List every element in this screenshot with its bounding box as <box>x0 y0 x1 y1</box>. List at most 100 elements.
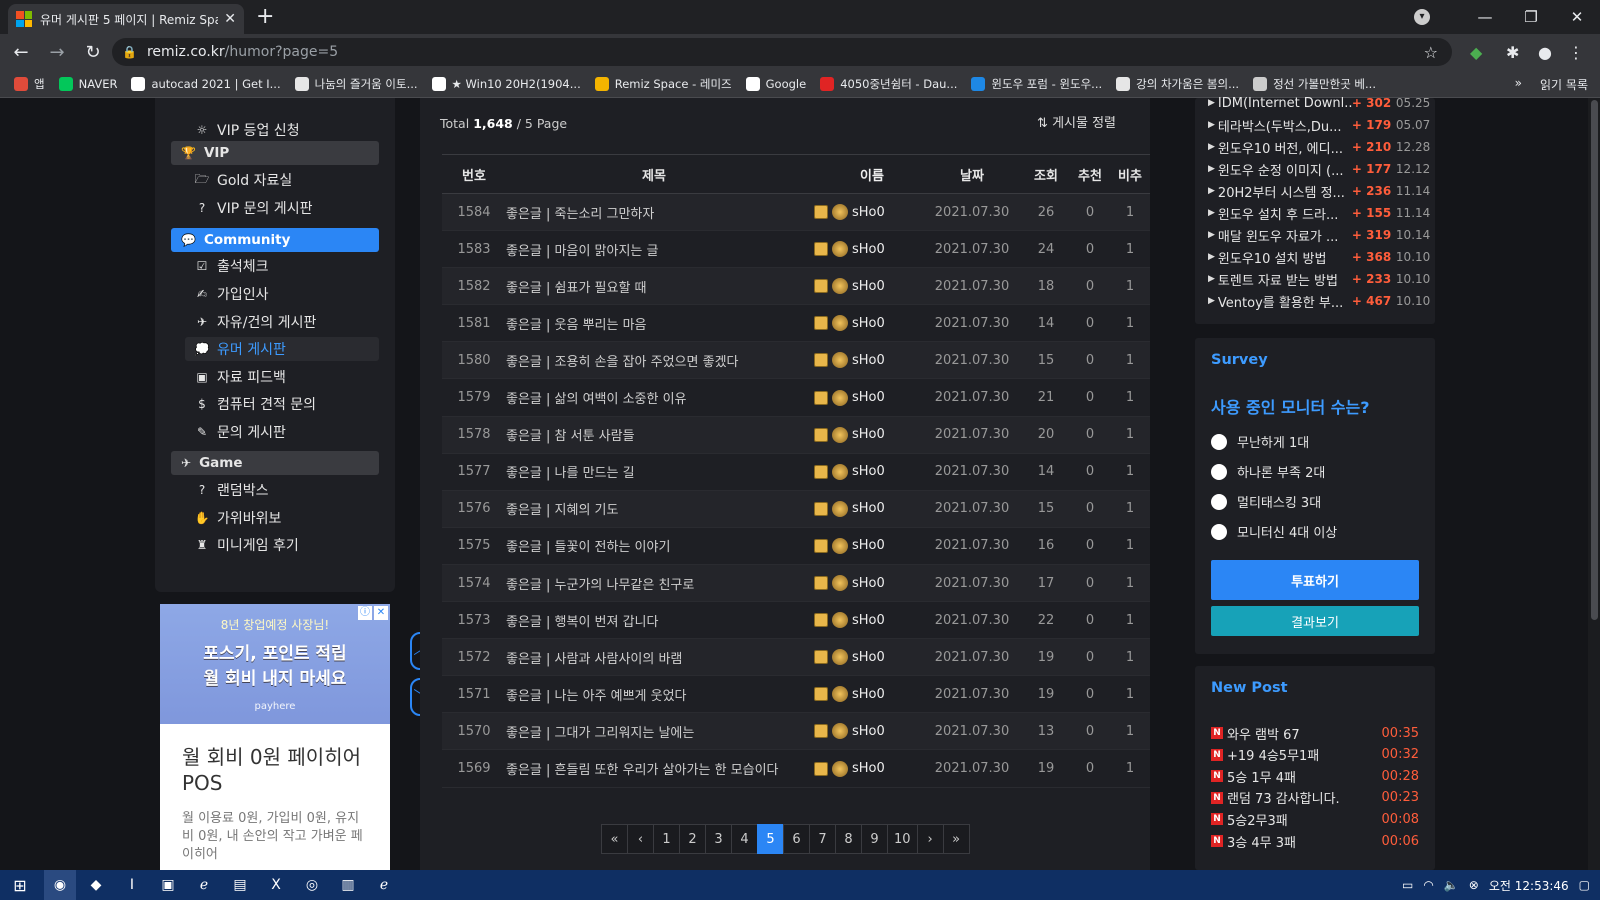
file-taskbar-icon[interactable]: ▤ <box>224 870 256 900</box>
col-num[interactable]: 번호 <box>442 155 506 193</box>
page-link[interactable]: 9 <box>861 824 888 854</box>
extension-icon[interactable]: ◆ <box>1470 43 1482 62</box>
post-author[interactable]: sHo0 <box>814 380 934 416</box>
sidebar-item[interactable]: ✈ 자유/건의 게시판 <box>185 310 379 334</box>
post-author[interactable]: sHo0 <box>814 713 934 749</box>
col-views[interactable]: 조회 <box>1022 155 1070 193</box>
list-item[interactable]: ▶ Ventoy를 활용한 부... + 467 10.10 <box>1208 290 1430 312</box>
bookmark-item[interactable]: Google <box>745 76 806 91</box>
list-item[interactable]: ▶ 토렌트 자료 받는 방법 + 233 10.10 <box>1208 268 1430 290</box>
post-author[interactable]: sHo0 <box>814 639 934 675</box>
table-row[interactable]: 1577 좋은글 | 나를 만드는 길 sHo0 2021.07.30 14 0 1 <box>442 454 1150 491</box>
ad-banner[interactable]: 8년 창업예정 사장님! 포스기, 포인트 적립 월 회비 내지 마세요 pay… <box>160 604 390 724</box>
bookmark-item[interactable]: NAVER <box>58 76 117 91</box>
post-title[interactable]: 좋은글 | 웃음 뿌리는 마음 <box>506 305 806 341</box>
page-link[interactable]: 2 <box>679 824 706 854</box>
close-window-icon[interactable]: ✕ <box>1554 8 1600 26</box>
ad-info-icon[interactable]: ⓘ <box>358 606 372 620</box>
list-item[interactable]: ▶ 매달 윈도우 자료가 ... + 319 10.14 <box>1208 224 1430 246</box>
excel-taskbar-icon[interactable]: X <box>260 870 292 900</box>
list-item[interactable]: ▶ IDM(Internet Downl... + 302 05.25 <box>1208 92 1430 114</box>
bookmark-item[interactable]: 강의 차가움은 봄의... <box>1116 76 1239 92</box>
post-title[interactable]: 좋은글 | 행복이 번져 갑니다 <box>506 602 806 638</box>
post-author[interactable]: sHo0 <box>814 454 934 490</box>
scrollbar-thumb[interactable] <box>1591 100 1598 620</box>
list-item[interactable]: ▶ 윈도우 설치 후 드라... + 155 11.14 <box>1208 202 1430 224</box>
table-row[interactable]: 1581 좋은글 | 웃음 뿌리는 마음 sHo0 2021.07.30 14 0 1 <box>442 305 1150 343</box>
back-arrow-icon[interactable]: ← <box>6 42 36 63</box>
bookmark-item[interactable]: 윈도우 포럼 - 윈도우... <box>971 76 1102 92</box>
post-author[interactable]: sHo0 <box>814 491 934 527</box>
table-row[interactable]: 1572 좋은글 | 사람과 사람사이의 바램 sHo0 2021.07.30 19 0 1 <box>442 639 1150 677</box>
survey-option[interactable]: 하나론 부족 2대 <box>1211 462 1325 481</box>
page-link[interactable]: 4 <box>731 824 758 854</box>
bookmark-item[interactable]: autocad 2021 | Get I... <box>131 76 281 91</box>
post-title[interactable]: 좋은글 | 나를 만드는 길 <box>506 454 806 490</box>
page-link[interactable]: « <box>601 824 628 854</box>
sidebar-item[interactable]: ☼ VIP 등업 신청 <box>185 118 379 142</box>
radio-button[interactable] <box>1211 523 1227 540</box>
bookmark-item[interactable]: 앱 <box>14 76 45 92</box>
sidebar-item[interactable]: ✎ 문의 게시판 <box>185 420 379 444</box>
page-link[interactable]: 7 <box>809 824 836 854</box>
post-title[interactable]: 좋은글 | 사람과 사람사이의 바램 <box>506 639 806 675</box>
sort-button[interactable]: ⇅ 게시물 정렬 <box>1037 112 1116 131</box>
puzzle-extensions-icon[interactable]: ✱ <box>1506 43 1519 62</box>
maximize-icon[interactable]: ❐ <box>1508 8 1554 26</box>
app-taskbar-icon[interactable]: Ⅰ <box>116 870 148 900</box>
survey-option[interactable]: 모니터신 4대 이상 <box>1211 522 1337 541</box>
bookmark-star-icon[interactable]: ☆ <box>1424 43 1438 62</box>
col-title[interactable]: 제목 <box>506 155 802 193</box>
list-item[interactable]: ▶ 20H2부터 시스템 정... + 236 11.14 <box>1208 180 1430 202</box>
post-author[interactable]: sHo0 <box>814 342 934 378</box>
post-title[interactable]: 좋은글 | 죽는소리 그만하자 <box>506 194 806 230</box>
page-link[interactable]: ‹ <box>627 824 654 854</box>
forward-arrow-icon[interactable]: → <box>42 42 72 63</box>
chrome-taskbar-icon[interactable]: ◉ <box>44 870 76 900</box>
media-taskbar-icon[interactable]: ▣ <box>152 870 184 900</box>
post-title[interactable]: 좋은글 | 지혜의 기도 <box>506 491 806 527</box>
post-title[interactable]: 좋은글 | 조용히 손을 잡아 주었으면 좋겠다 <box>506 342 806 378</box>
post-author[interactable]: sHo0 <box>814 268 934 304</box>
table-row[interactable]: 1571 좋은글 | 나는 아주 예쁘게 웃었다 sHo0 2021.07.30 19 0… <box>442 676 1150 714</box>
post-author[interactable]: sHo0 <box>814 751 934 787</box>
results-button[interactable]: 결과보기 <box>1211 606 1419 636</box>
vote-button[interactable]: 투표하기 <box>1211 560 1419 600</box>
list-item[interactable]: N 랜덤 73 감사합니다. 00:23 <box>1211 787 1419 809</box>
new-tab-button[interactable]: + <box>256 4 274 29</box>
table-row[interactable]: 1575 좋은글 | 들꽃이 전하는 이야기 sHo0 2021.07.30 16 0 1 <box>442 528 1150 565</box>
page-link[interactable]: 5 <box>757 824 784 854</box>
table-row[interactable]: 1578 좋은글 | 참 서툰 사람들 sHo0 2021.07.30 20 0 1 <box>442 416 1150 454</box>
post-title[interactable]: 좋은글 | 흔들림 또한 우리가 살아가는 한 모습이다 <box>506 751 806 787</box>
table-row[interactable]: 1574 좋은글 | 누군가의 나무같은 친구로 sHo0 2021.07.30 17 0… <box>442 565 1150 602</box>
col-date[interactable]: 날짜 <box>922 155 1022 193</box>
post-author[interactable]: sHo0 <box>814 417 934 453</box>
start-button[interactable]: ⊞ <box>0 870 40 900</box>
list-item[interactable]: ▶ 윈도우 순정 이미지 (... + 177 12.12 <box>1208 158 1430 180</box>
page-link[interactable]: 3 <box>705 824 732 854</box>
table-row[interactable]: 1584 좋은글 | 죽는소리 그만하자 sHo0 2021.07.30 26 0 1 <box>442 194 1150 231</box>
sidebar-item[interactable]: ? 랜덤박스 <box>185 478 379 502</box>
post-title[interactable]: 좋은글 | 누군가의 나무같은 친구로 <box>506 565 806 601</box>
page-link[interactable]: › <box>916 824 944 854</box>
post-title[interactable]: 좋은글 | 삶의 여백이 소중한 이유 <box>506 380 806 416</box>
sidebar-item[interactable]: ▣ 자료 피드백 <box>185 365 379 389</box>
radio-button[interactable] <box>1211 463 1227 480</box>
list-item[interactable]: N 와우 램박 67 00:35 <box>1211 722 1419 744</box>
sidebar-item[interactable]: $ 컴퓨터 견적 문의 <box>185 392 379 416</box>
sidebar-item[interactable]: ✍ 가입인사 <box>185 282 379 306</box>
notification-icon[interactable]: ▢ <box>1579 878 1590 892</box>
sidebar-item[interactable]: ☑ 출석체크 <box>185 254 379 278</box>
profile-avatar-icon[interactable]: ● <box>1538 43 1552 62</box>
page-link[interactable]: 1 <box>653 824 680 854</box>
bookmarks-more-icon[interactable]: » <box>1515 76 1522 93</box>
bookmark-item[interactable]: 정선 가볼만한곳 베... <box>1253 76 1376 92</box>
list-item[interactable]: N 5승 1무 4패 00:28 <box>1211 765 1419 787</box>
col-recommend[interactable]: 추천 <box>1070 155 1110 193</box>
page-link[interactable]: 6 <box>783 824 810 854</box>
table-row[interactable]: 1580 좋은글 | 조용히 손을 잡아 주었으면 좋겠다 sHo0 2021.07.… <box>442 342 1150 380</box>
paint-taskbar-icon[interactable]: ◆ <box>80 870 112 900</box>
minimize-icon[interactable]: — <box>1462 8 1508 26</box>
page-link[interactable]: » <box>942 824 970 854</box>
page-link[interactable]: 8 <box>835 824 862 854</box>
